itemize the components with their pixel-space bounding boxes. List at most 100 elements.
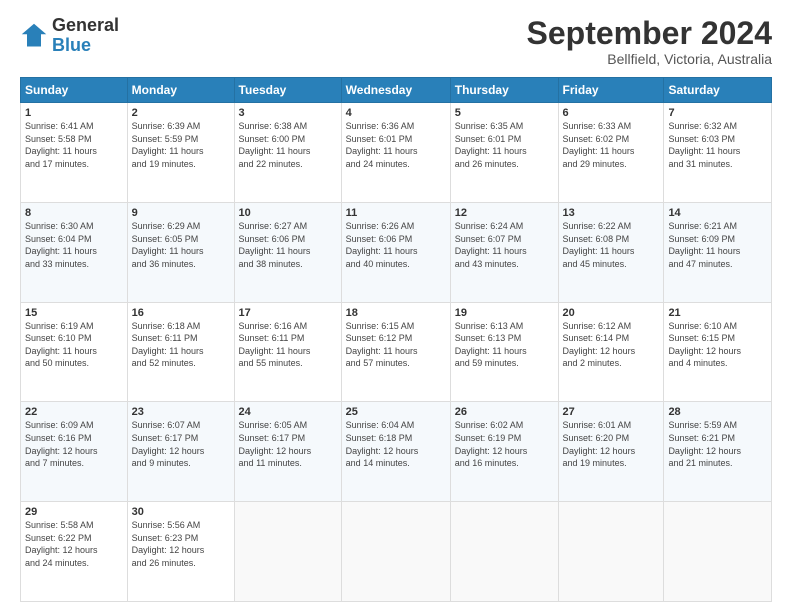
day-info: Sunrise: 6:33 AM Sunset: 6:02 PM Dayligh…	[563, 120, 660, 170]
calendar-cell: 25Sunrise: 6:04 AM Sunset: 6:18 PM Dayli…	[341, 402, 450, 502]
day-number: 25	[346, 406, 446, 418]
day-info: Sunrise: 5:59 AM Sunset: 6:21 PM Dayligh…	[668, 419, 767, 469]
calendar-cell: 29Sunrise: 5:58 AM Sunset: 6:22 PM Dayli…	[21, 502, 128, 602]
day-number: 27	[563, 406, 660, 418]
calendar-cell: 1Sunrise: 6:41 AM Sunset: 5:58 PM Daylig…	[21, 103, 128, 203]
week-row-4: 22Sunrise: 6:09 AM Sunset: 6:16 PM Dayli…	[21, 402, 772, 502]
day-info: Sunrise: 6:41 AM Sunset: 5:58 PM Dayligh…	[25, 120, 123, 170]
title-block: September 2024 Bellfield, Victoria, Aust…	[527, 16, 772, 67]
day-number: 23	[132, 406, 230, 418]
calendar-cell: 9Sunrise: 6:29 AM Sunset: 6:05 PM Daylig…	[127, 202, 234, 302]
day-info: Sunrise: 6:22 AM Sunset: 6:08 PM Dayligh…	[563, 220, 660, 270]
calendar-cell: 11Sunrise: 6:26 AM Sunset: 6:06 PM Dayli…	[341, 202, 450, 302]
calendar-cell: 20Sunrise: 6:12 AM Sunset: 6:14 PM Dayli…	[558, 302, 664, 402]
week-row-3: 15Sunrise: 6:19 AM Sunset: 6:10 PM Dayli…	[21, 302, 772, 402]
day-info: Sunrise: 6:04 AM Sunset: 6:18 PM Dayligh…	[346, 419, 446, 469]
calendar-cell: 6Sunrise: 6:33 AM Sunset: 6:02 PM Daylig…	[558, 103, 664, 203]
day-number: 3	[239, 107, 337, 119]
calendar-cell	[450, 502, 558, 602]
day-number: 13	[563, 207, 660, 219]
day-info: Sunrise: 6:21 AM Sunset: 6:09 PM Dayligh…	[668, 220, 767, 270]
day-number: 10	[239, 207, 337, 219]
calendar-cell: 27Sunrise: 6:01 AM Sunset: 6:20 PM Dayli…	[558, 402, 664, 502]
calendar-cell	[234, 502, 341, 602]
calendar-cell: 16Sunrise: 6:18 AM Sunset: 6:11 PM Dayli…	[127, 302, 234, 402]
day-number: 18	[346, 307, 446, 319]
weekday-header-friday: Friday	[558, 78, 664, 103]
day-info: Sunrise: 5:58 AM Sunset: 6:22 PM Dayligh…	[25, 519, 123, 569]
calendar-cell: 2Sunrise: 6:39 AM Sunset: 5:59 PM Daylig…	[127, 103, 234, 203]
day-info: Sunrise: 6:01 AM Sunset: 6:20 PM Dayligh…	[563, 419, 660, 469]
calendar-cell: 4Sunrise: 6:36 AM Sunset: 6:01 PM Daylig…	[341, 103, 450, 203]
week-row-5: 29Sunrise: 5:58 AM Sunset: 6:22 PM Dayli…	[21, 502, 772, 602]
day-info: Sunrise: 6:38 AM Sunset: 6:00 PM Dayligh…	[239, 120, 337, 170]
calendar-cell	[664, 502, 772, 602]
day-number: 4	[346, 107, 446, 119]
calendar-cell: 10Sunrise: 6:27 AM Sunset: 6:06 PM Dayli…	[234, 202, 341, 302]
calendar-cell: 14Sunrise: 6:21 AM Sunset: 6:09 PM Dayli…	[664, 202, 772, 302]
day-info: Sunrise: 6:12 AM Sunset: 6:14 PM Dayligh…	[563, 320, 660, 370]
day-number: 7	[668, 107, 767, 119]
calendar-cell	[558, 502, 664, 602]
calendar-cell: 28Sunrise: 5:59 AM Sunset: 6:21 PM Dayli…	[664, 402, 772, 502]
calendar-cell: 8Sunrise: 6:30 AM Sunset: 6:04 PM Daylig…	[21, 202, 128, 302]
calendar-cell: 24Sunrise: 6:05 AM Sunset: 6:17 PM Dayli…	[234, 402, 341, 502]
weekday-header-saturday: Saturday	[664, 78, 772, 103]
day-number: 30	[132, 506, 230, 518]
day-info: Sunrise: 6:16 AM Sunset: 6:11 PM Dayligh…	[239, 320, 337, 370]
day-number: 15	[25, 307, 123, 319]
calendar-cell: 21Sunrise: 6:10 AM Sunset: 6:15 PM Dayli…	[664, 302, 772, 402]
logo-text: General Blue	[52, 16, 119, 56]
day-number: 24	[239, 406, 337, 418]
day-info: Sunrise: 6:29 AM Sunset: 6:05 PM Dayligh…	[132, 220, 230, 270]
calendar: SundayMondayTuesdayWednesdayThursdayFrid…	[20, 77, 772, 602]
day-info: Sunrise: 6:24 AM Sunset: 6:07 PM Dayligh…	[455, 220, 554, 270]
day-info: Sunrise: 6:35 AM Sunset: 6:01 PM Dayligh…	[455, 120, 554, 170]
day-info: Sunrise: 6:39 AM Sunset: 5:59 PM Dayligh…	[132, 120, 230, 170]
day-info: Sunrise: 6:05 AM Sunset: 6:17 PM Dayligh…	[239, 419, 337, 469]
day-number: 29	[25, 506, 123, 518]
day-info: Sunrise: 6:07 AM Sunset: 6:17 PM Dayligh…	[132, 419, 230, 469]
month-title: September 2024	[527, 16, 772, 51]
day-number: 19	[455, 307, 554, 319]
weekday-header-tuesday: Tuesday	[234, 78, 341, 103]
calendar-cell: 5Sunrise: 6:35 AM Sunset: 6:01 PM Daylig…	[450, 103, 558, 203]
day-info: Sunrise: 6:18 AM Sunset: 6:11 PM Dayligh…	[132, 320, 230, 370]
day-info: Sunrise: 6:13 AM Sunset: 6:13 PM Dayligh…	[455, 320, 554, 370]
week-row-1: 1Sunrise: 6:41 AM Sunset: 5:58 PM Daylig…	[21, 103, 772, 203]
calendar-cell: 15Sunrise: 6:19 AM Sunset: 6:10 PM Dayli…	[21, 302, 128, 402]
logo-icon	[20, 22, 48, 50]
day-info: Sunrise: 6:09 AM Sunset: 6:16 PM Dayligh…	[25, 419, 123, 469]
day-info: Sunrise: 5:56 AM Sunset: 6:23 PM Dayligh…	[132, 519, 230, 569]
day-number: 11	[346, 207, 446, 219]
day-info: Sunrise: 6:32 AM Sunset: 6:03 PM Dayligh…	[668, 120, 767, 170]
day-number: 5	[455, 107, 554, 119]
calendar-cell	[341, 502, 450, 602]
calendar-cell: 18Sunrise: 6:15 AM Sunset: 6:12 PM Dayli…	[341, 302, 450, 402]
day-number: 26	[455, 406, 554, 418]
calendar-cell: 19Sunrise: 6:13 AM Sunset: 6:13 PM Dayli…	[450, 302, 558, 402]
day-info: Sunrise: 6:27 AM Sunset: 6:06 PM Dayligh…	[239, 220, 337, 270]
day-info: Sunrise: 6:36 AM Sunset: 6:01 PM Dayligh…	[346, 120, 446, 170]
day-number: 6	[563, 107, 660, 119]
location: Bellfield, Victoria, Australia	[527, 51, 772, 67]
day-number: 21	[668, 307, 767, 319]
calendar-cell: 23Sunrise: 6:07 AM Sunset: 6:17 PM Dayli…	[127, 402, 234, 502]
calendar-cell: 3Sunrise: 6:38 AM Sunset: 6:00 PM Daylig…	[234, 103, 341, 203]
calendar-cell: 26Sunrise: 6:02 AM Sunset: 6:19 PM Dayli…	[450, 402, 558, 502]
weekday-header-wednesday: Wednesday	[341, 78, 450, 103]
day-info: Sunrise: 6:15 AM Sunset: 6:12 PM Dayligh…	[346, 320, 446, 370]
day-number: 28	[668, 406, 767, 418]
day-number: 8	[25, 207, 123, 219]
calendar-cell: 7Sunrise: 6:32 AM Sunset: 6:03 PM Daylig…	[664, 103, 772, 203]
weekday-header-row: SundayMondayTuesdayWednesdayThursdayFrid…	[21, 78, 772, 103]
day-number: 14	[668, 207, 767, 219]
day-number: 9	[132, 207, 230, 219]
weekday-header-sunday: Sunday	[21, 78, 128, 103]
day-number: 20	[563, 307, 660, 319]
calendar-cell: 13Sunrise: 6:22 AM Sunset: 6:08 PM Dayli…	[558, 202, 664, 302]
calendar-cell: 22Sunrise: 6:09 AM Sunset: 6:16 PM Dayli…	[21, 402, 128, 502]
calendar-cell: 12Sunrise: 6:24 AM Sunset: 6:07 PM Dayli…	[450, 202, 558, 302]
header: General Blue September 2024 Bellfield, V…	[20, 16, 772, 67]
day-number: 17	[239, 307, 337, 319]
